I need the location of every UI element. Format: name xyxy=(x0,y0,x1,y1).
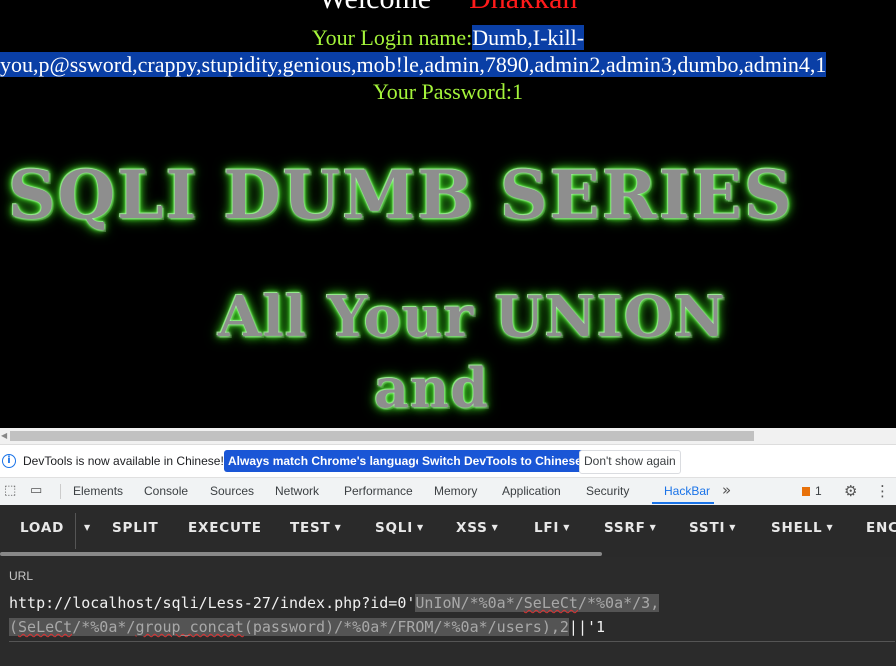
hackbar-ssrf-menu[interactable]: SSRF ▼ xyxy=(604,520,657,536)
chevron-down-icon: ▼ xyxy=(649,523,657,532)
login-name-value-cont: you,p@ssword,crappy,stupidity,genious,mo… xyxy=(0,52,827,77)
url-plain-suffix: ||'1 xyxy=(568,618,606,636)
hackbar-test-label: TEST xyxy=(290,520,331,536)
hackbar-url-panel: URL http://localhost/sqli/Less-27/index.… xyxy=(0,557,896,666)
tab-memory[interactable]: Memory xyxy=(434,484,477,498)
match-language-button[interactable]: Always match Chrome's language xyxy=(224,450,427,472)
chevron-down-icon: ▼ xyxy=(826,523,834,532)
dont-show-again-button[interactable]: Don't show again xyxy=(579,450,681,474)
chevron-down-icon: ▼ xyxy=(334,523,342,532)
hackbar-shell-menu[interactable]: SHELL ▼ xyxy=(771,520,833,536)
url-input[interactable]: http://localhost/sqli/Less-27/index.php?… xyxy=(9,591,895,639)
devtools-tabbar: ⬚ ▭ Elements Console Sources Network Per… xyxy=(0,477,896,506)
tab-hackbar[interactable]: HackBar xyxy=(664,484,710,498)
hackbar-ssrf-label: SSRF xyxy=(604,520,646,536)
hackbar-divider xyxy=(75,513,76,549)
info-icon: i xyxy=(2,454,16,468)
inspect-element-icon[interactable]: ⬚ xyxy=(4,483,16,498)
banner-subtitle-2: and xyxy=(374,356,490,420)
active-tab-indicator xyxy=(652,502,714,504)
more-tabs-icon[interactable]: » xyxy=(722,481,731,499)
load-dropdown-icon[interactable]: ▼ xyxy=(80,520,91,536)
hackbar-test-menu[interactable]: TEST ▼ xyxy=(290,520,342,536)
page-horizontal-scrollbar[interactable]: ◀ xyxy=(0,428,896,444)
hackbar-scrollbar[interactable] xyxy=(0,552,602,556)
devtools-panel: i DevTools is now available in Chinese! … xyxy=(0,444,896,666)
web-page: Welcome Dhakkan Your Login name:Dumb,I-ki… xyxy=(0,0,896,428)
hackbar-xss-label: XSS xyxy=(456,520,488,536)
password-label: Your Password: xyxy=(373,79,512,104)
more-options-icon[interactable]: ⋮ xyxy=(875,482,890,500)
tabbar-divider xyxy=(60,484,61,499)
welcome-heading: Welcome Dhakkan xyxy=(0,0,896,16)
url-selected-part: (password)/*%0a*/FROM/*%0a*/users),2 xyxy=(243,618,569,636)
device-toolbar-icon[interactable]: ▭ xyxy=(30,483,42,498)
hackbar-xss-menu[interactable]: XSS ▼ xyxy=(456,520,499,536)
password-line: Your Password:1 xyxy=(0,78,896,105)
url-selected-part: group_concat xyxy=(135,618,244,636)
warning-count[interactable]: 1 xyxy=(815,484,822,498)
url-input-underline xyxy=(9,641,895,642)
password-value: 1 xyxy=(511,79,523,104)
tab-network[interactable]: Network xyxy=(275,484,319,498)
hackbar-toolbar: LOAD ▼ SPLIT EXECUTE TEST ▼ SQLI ▼ XSS ▼ LF… xyxy=(0,505,896,557)
welcome-word: Welcome xyxy=(319,0,432,15)
chevron-down-icon: ▼ xyxy=(563,523,571,532)
hackbar-ssti-menu[interactable]: SSTI ▼ xyxy=(689,520,736,536)
hackbar-shell-label: SHELL xyxy=(771,520,823,536)
tab-application[interactable]: Application xyxy=(502,484,561,498)
chevron-down-icon: ▼ xyxy=(491,523,499,532)
tab-performance[interactable]: Performance xyxy=(344,484,413,498)
login-name-label: Your Login name: xyxy=(311,25,473,50)
banner-title: SQLI DUMB SERIES xyxy=(8,156,794,234)
url-plain-prefix: http://localhost/sqli/Less-27/index.php?… xyxy=(9,594,416,612)
tab-sources[interactable]: Sources xyxy=(210,484,254,498)
hackbar-execute-button[interactable]: EXECUTE xyxy=(188,520,262,536)
scroll-left-icon[interactable]: ◀ xyxy=(1,431,7,440)
hackbar-split-button[interactable]: SPLIT xyxy=(112,520,158,536)
infobar-message: DevTools is now available in Chinese! xyxy=(23,454,224,468)
url-label: URL xyxy=(9,569,34,583)
hackbar-load-button[interactable]: LOAD xyxy=(20,520,64,536)
language-infobar: i DevTools is now available in Chinese! … xyxy=(0,444,896,478)
chevron-down-icon: ▼ xyxy=(729,523,737,532)
hackbar-lfi-menu[interactable]: LFI ▼ xyxy=(534,520,570,536)
hackbar-enc-menu[interactable]: ENC xyxy=(866,520,896,536)
banner-subtitle: All Your UNION xyxy=(218,284,726,350)
tab-elements[interactable]: Elements xyxy=(73,484,123,498)
url-selected-part: /*%0a*/ xyxy=(72,618,136,636)
hackbar-sqli-label: SQLI xyxy=(375,520,414,536)
hackbar-lfi-label: LFI xyxy=(534,520,560,536)
login-name-block: Your Login name:Dumb,I-kill- you,p@sswor… xyxy=(0,24,896,78)
url-selected-part: /*%0a*/3, xyxy=(577,594,660,612)
tab-security[interactable]: Security xyxy=(586,484,629,498)
url-selected-part: ( xyxy=(9,618,19,636)
warning-icon[interactable] xyxy=(802,487,810,496)
scrollbar-thumb[interactable] xyxy=(10,431,754,441)
login-name-value: Dumb,I-kill- xyxy=(472,25,585,50)
hackbar-ssti-label: SSTI xyxy=(689,520,726,536)
url-selected-part: UnIoN/*%0a*/ xyxy=(415,594,524,612)
url-selected-part: SeLeCt xyxy=(18,618,73,636)
chevron-down-icon: ▼ xyxy=(417,523,424,532)
url-selected-part: SeLeCt xyxy=(523,594,578,612)
welcome-user: Dhakkan xyxy=(469,0,577,15)
hackbar-sqli-menu[interactable]: SQLI ▼ xyxy=(375,520,424,536)
tab-console[interactable]: Console xyxy=(144,484,188,498)
switch-language-button[interactable]: Switch DevTools to Chinese xyxy=(418,450,586,472)
settings-gear-icon[interactable]: ⚙ xyxy=(844,482,857,500)
